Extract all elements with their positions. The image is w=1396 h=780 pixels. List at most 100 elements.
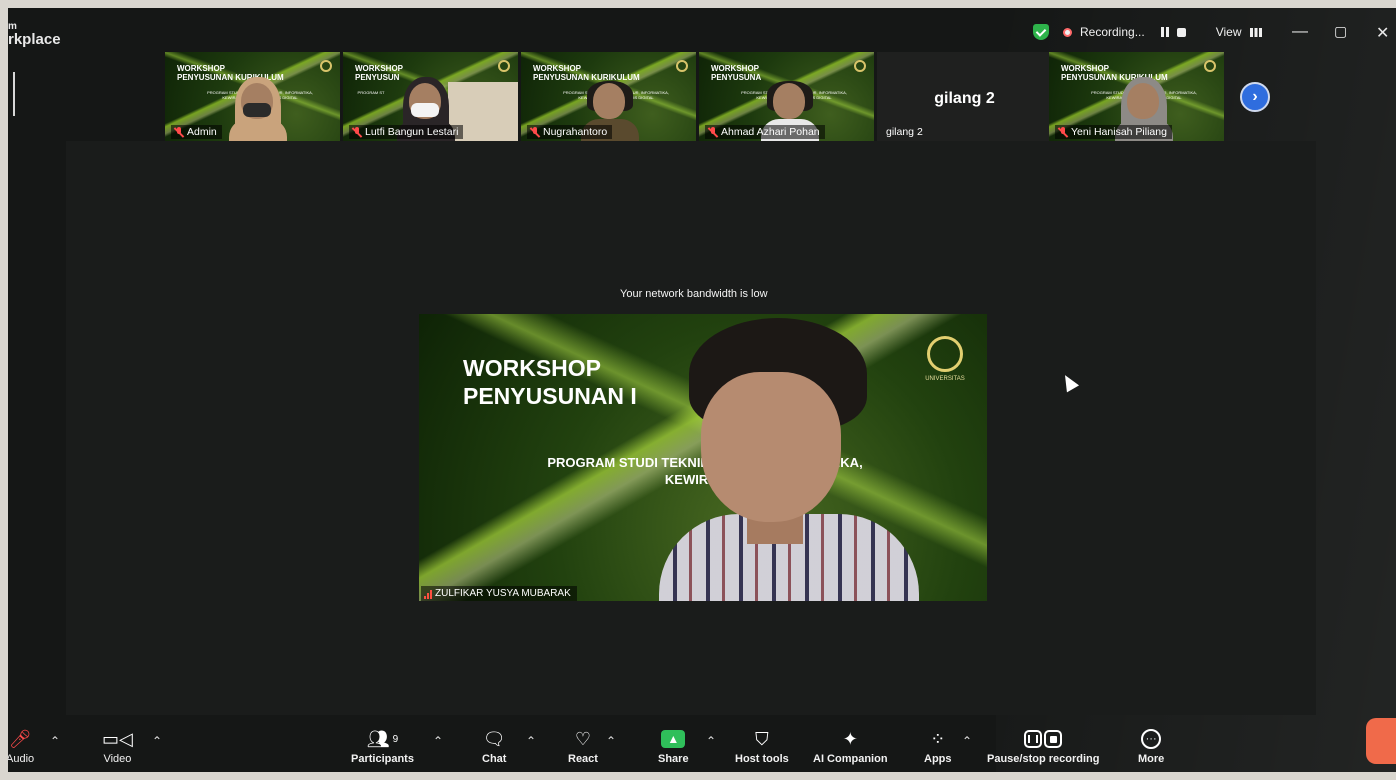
next-page-arrow-icon[interactable]: › [1240, 82, 1270, 112]
mic-muted-icon [174, 126, 184, 138]
chat-button[interactable]: 🗨︎ Chat [482, 728, 507, 766]
host-tools-button[interactable]: ⛉ Host tools [735, 728, 789, 766]
more-button[interactable]: ··· More [1138, 728, 1164, 765]
pause-stop-recording-icon [1024, 730, 1063, 748]
view-button-label[interactable]: View [1216, 25, 1242, 39]
stop-recording-icon[interactable] [1176, 27, 1186, 37]
video-camera-icon: ▭◁ [102, 728, 133, 749]
meeting-toolbar: 🎤︎ Audio ⌃ ▭◁ Video ⌃ 👥︎ 9 Participants ⌃… [8, 718, 1396, 772]
sidebar-handle[interactable] [13, 72, 15, 116]
speaker-figure [659, 314, 919, 601]
audio-label: Audio [8, 753, 35, 765]
apps-label: Apps [924, 753, 952, 765]
recording-indicator-icon [1063, 27, 1072, 37]
share-label: Share [658, 753, 689, 765]
pause-recording-icon[interactable] [1160, 27, 1169, 37]
participant-thumbnail[interactable]: WORKSHOP PENYUSUNAN KURIKULUM PROGRAM ST… [521, 52, 696, 141]
chat-caret-icon[interactable]: ⌃ [526, 734, 536, 748]
participants-label: Participants [351, 753, 414, 765]
chat-label: Chat [482, 753, 507, 765]
mic-muted-icon [352, 126, 362, 138]
share-caret-icon[interactable]: ⌃ [706, 734, 716, 748]
participant-thumbnail[interactable]: WORKSHOP PENYUSUNA PROGRAM STUDI TEKNIK … [699, 52, 874, 141]
video-label: Video [103, 753, 132, 765]
apps-icon: ⁘ [930, 728, 946, 749]
participants-caret-icon[interactable]: ⌃ [433, 734, 443, 748]
chat-bubble-icon: 🗨︎ [482, 728, 506, 749]
zoom-window: m rkplace Recording... View — ▢ ✕ WORKSH… [8, 8, 1396, 772]
participant-thumbnail[interactable]: WORKSHOP PENYUSUNAN KURIKULUM PROGRAM ST… [1049, 52, 1224, 141]
weak-signal-icon [424, 589, 432, 599]
audio-button[interactable]: 🎤︎ Audio [8, 728, 35, 766]
participant-display-name: gilang 2 [934, 90, 995, 107]
participants-count: 9 [392, 733, 399, 745]
active-speaker-video[interactable]: UNIVERSITAS WORKSHOP PENYUSUNAN I PROGRA… [419, 314, 987, 601]
participant-name-tag: gilang 2 [883, 125, 928, 139]
ai-companion-button[interactable]: ✦ AI Companion [813, 728, 888, 766]
sparkle-icon: ✦ [842, 728, 858, 749]
participant-thumbnail[interactable]: gilang 2 gilang 2 [877, 52, 1052, 141]
more-dots-icon: ··· [1141, 729, 1162, 749]
view-grid-icon[interactable] [1249, 27, 1262, 37]
maximize-button[interactable]: ▢ [1334, 23, 1347, 40]
participant-name: Nugrahantoro [543, 126, 608, 138]
university-emblem-icon [498, 60, 510, 72]
audio-options-caret-icon[interactable]: ⌃ [50, 734, 60, 748]
mic-muted-icon [1058, 126, 1068, 138]
encryption-shield-icon[interactable] [1033, 24, 1049, 40]
share-button[interactable]: ▲ Share [658, 728, 689, 765]
university-emblem-icon [676, 60, 688, 72]
university-emblem-icon [854, 60, 866, 72]
participant-name: Admin [187, 126, 217, 138]
recording-label: Recording... [1080, 25, 1145, 39]
mic-muted-icon [530, 126, 540, 138]
emblem-caption: UNIVERSITAS [925, 376, 965, 382]
apps-button[interactable]: ⁘ Apps [924, 728, 952, 766]
close-button[interactable]: ✕ [1376, 23, 1389, 43]
university-emblem-icon [927, 336, 963, 372]
participant-name-tag: Lutfi Bangun Lestari [349, 125, 464, 139]
university-emblem-icon [320, 60, 332, 72]
heart-icon: ♡ [574, 728, 592, 749]
participant-name: Lutfi Bangun Lestari [365, 126, 459, 138]
speaker-name-tag: ZULFIKAR YUSYA MUBARAK [421, 586, 577, 601]
thumb-slide-title: WORKSHOP PENYUSUNA [711, 64, 762, 82]
mic-muted-icon [708, 126, 718, 138]
participant-name: Ahmad Azhari Pohan [721, 126, 820, 138]
title-bar-status: Recording... View [1033, 22, 1262, 42]
host-tools-label: Host tools [735, 753, 789, 765]
participant-name-tag: Admin [171, 125, 222, 139]
participant-thumbnail[interactable]: WORKSHOP PENYUSUN PROGRAM ST Lutfi Bangu… [343, 52, 518, 141]
university-emblem-icon [1204, 60, 1216, 72]
apps-caret-icon[interactable]: ⌃ [962, 734, 972, 748]
ai-companion-label: AI Companion [813, 753, 888, 765]
video-options-caret-icon[interactable]: ⌃ [152, 734, 162, 748]
participant-name: gilang 2 [886, 126, 923, 138]
more-label: More [1138, 753, 1165, 765]
speaker-name: ZULFIKAR YUSYA MUBARAK [435, 588, 571, 599]
share-screen-icon: ▲ [661, 730, 686, 748]
participant-name-tag: Yeni Hanisah Piliang [1055, 125, 1172, 139]
minimize-button[interactable]: — [1292, 23, 1308, 41]
react-caret-icon[interactable]: ⌃ [606, 734, 616, 748]
participants-icon: 👥︎ 9 [366, 728, 399, 749]
participant-name-tag: Nugrahantoro [527, 125, 613, 139]
mic-muted-icon: 🎤︎ [8, 728, 32, 749]
app-title-line2: rkplace [8, 31, 61, 48]
pause-stop-recording-button[interactable]: Pause/stop recording [987, 728, 1099, 765]
participant-name-tag: Ahmad Azhari Pohan [705, 125, 825, 139]
participant-thumbnail[interactable]: WORKSHOP PENYUSUNAN KURIKULUM PROGRAM ST… [165, 52, 340, 141]
shield-icon: ⛉ [755, 728, 769, 749]
participants-button[interactable]: 👥︎ 9 Participants [351, 728, 414, 766]
thumb-slide-subtitle: PROGRAM ST [357, 90, 385, 95]
react-button[interactable]: ♡ React [568, 728, 598, 766]
network-bandwidth-notice: Your network bandwidth is low [620, 288, 768, 300]
side-notification-icon[interactable] [1366, 718, 1396, 764]
participant-name: Yeni Hanisah Piliang [1071, 126, 1167, 138]
pause-stop-recording-label: Pause/stop recording [987, 753, 1100, 765]
main-slide-title: WORKSHOP PENYUSUNAN I [463, 355, 637, 409]
app-title: m rkplace [8, 20, 61, 48]
react-label: React [568, 753, 598, 765]
participant-video [227, 75, 289, 141]
video-button[interactable]: ▭◁ Video [102, 728, 133, 766]
